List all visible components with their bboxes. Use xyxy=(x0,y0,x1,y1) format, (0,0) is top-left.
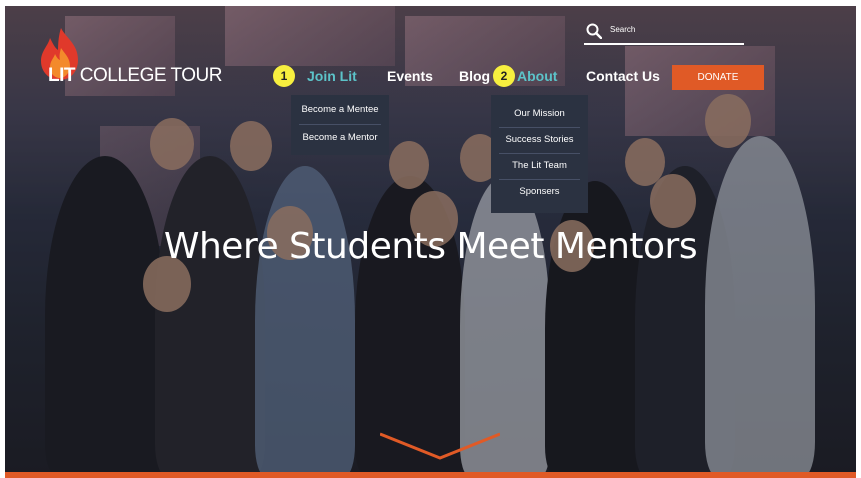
nav-contact-us[interactable]: Contact Us xyxy=(586,68,660,86)
annotation-marker-2: 2 xyxy=(493,65,515,87)
search-input[interactable]: Search xyxy=(584,20,744,45)
dropdown-item-become-mentor[interactable]: Become a Mentor xyxy=(291,132,389,143)
dropdown-divider xyxy=(299,124,381,125)
chevron-down-icon[interactable] xyxy=(380,430,500,462)
dropdown-item-success-stories[interactable]: Success Stories xyxy=(491,134,588,145)
dropdown-item-our-mission[interactable]: Our Mission xyxy=(491,108,588,119)
hero-headline: Where Students Meet Mentors xyxy=(163,226,698,267)
logo-word-rest: COLLEGE TOUR xyxy=(79,65,223,86)
dropdown-divider xyxy=(499,127,580,128)
about-dropdown: Our Mission Success Stories The Lit Team… xyxy=(491,95,588,213)
annotation-marker-1: 1 xyxy=(273,65,295,87)
dropdown-divider xyxy=(499,179,580,180)
dropdown-item-sponsers[interactable]: Sponsers xyxy=(491,186,588,197)
site-logo[interactable]: LIT COLLEGE TOUR xyxy=(40,26,240,86)
join-lit-dropdown: Become a Mentee Become a Mentor xyxy=(291,95,389,155)
search-icon[interactable] xyxy=(586,23,602,39)
accent-bottom-bar xyxy=(5,472,856,478)
dropdown-item-the-lit-team[interactable]: The Lit Team xyxy=(491,160,588,171)
dropdown-item-become-mentee[interactable]: Become a Mentee xyxy=(291,104,389,115)
donate-button[interactable]: DONATE xyxy=(672,65,764,90)
logo-word-lit: LIT xyxy=(48,65,76,86)
nav-events[interactable]: Events xyxy=(387,68,433,86)
nav-about[interactable]: About xyxy=(517,68,557,86)
dropdown-divider xyxy=(499,153,580,154)
nav-join-lit[interactable]: Join Lit xyxy=(307,68,357,86)
search-placeholder: Search xyxy=(610,25,636,34)
nav-blog[interactable]: Blog xyxy=(459,68,490,86)
